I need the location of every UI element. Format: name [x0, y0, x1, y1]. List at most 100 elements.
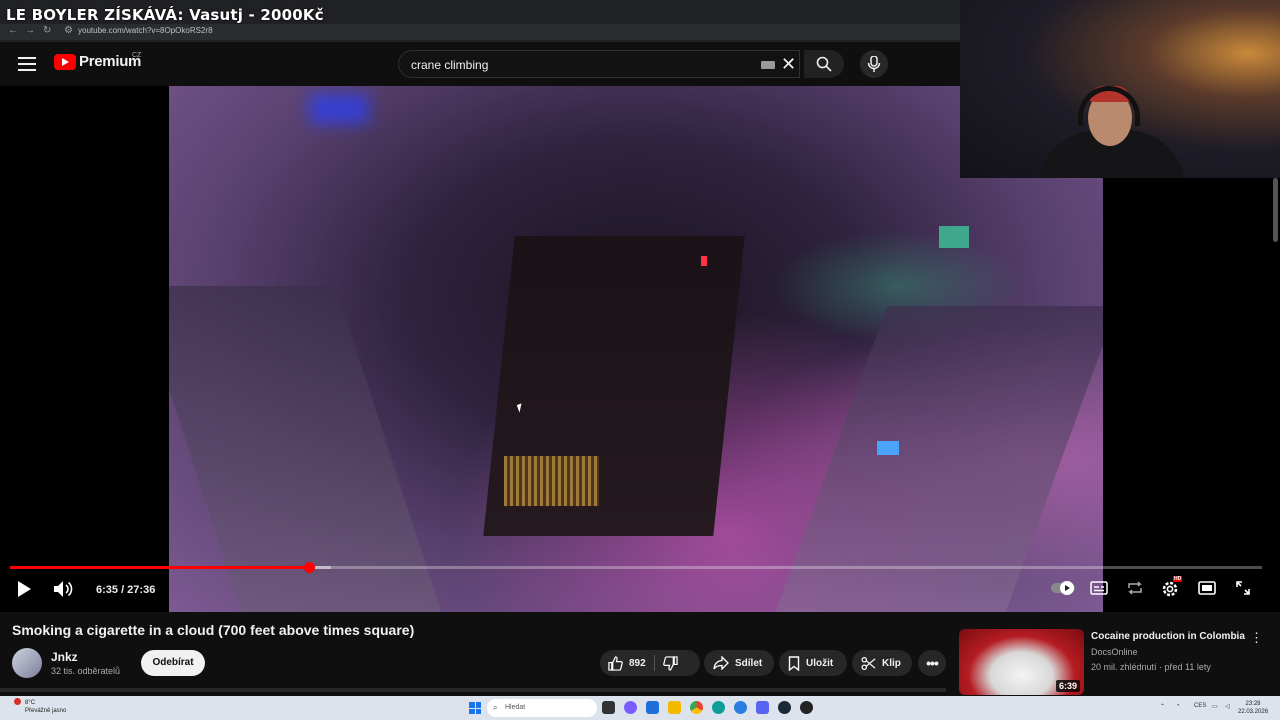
address-bar-row: ← → ↻ ⚙ youtube.com/watch?v=8OpOkoRS2r8 — [0, 24, 960, 40]
microphone-icon — [867, 56, 881, 72]
network-icon[interactable]: ▭ — [1212, 703, 1218, 710]
screen: ← → ↻ ⚙ youtube.com/watch?v=8OpOkoRS2r8 … — [0, 0, 1280, 720]
notification-badge-icon — [14, 698, 21, 705]
video-title: Smoking a cigarette in a cloud (700 feet… — [12, 622, 415, 638]
recommendation-more-icon[interactable]: ⋮ — [1250, 630, 1263, 646]
taskbar-search-placeholder: Hledat — [505, 704, 526, 711]
search-input[interactable]: crane climbing ✕ — [398, 50, 800, 78]
time-display: 6:35 / 27:36 — [96, 584, 156, 596]
store-icon[interactable] — [646, 701, 659, 714]
stream-overlay-title: LE BOYLER ZÍSKÁVÁ: Vasutj - 2000Kč — [6, 6, 324, 24]
task-view-icon[interactable] — [602, 701, 615, 714]
keyboard-icon[interactable] — [761, 61, 775, 69]
settings-button[interactable]: HD — [1161, 576, 1183, 603]
fullscreen-icon — [1236, 581, 1250, 595]
theater-mode-icon — [1198, 581, 1216, 595]
taskbar-search-icon: ⌕ — [493, 703, 498, 712]
autoplay-toggle-icon — [1051, 581, 1075, 595]
search-button[interactable] — [804, 50, 844, 78]
recommendation-duration: 6:39 — [1055, 680, 1080, 692]
clip-button[interactable]: Klip — [852, 650, 912, 676]
loop-button[interactable] — [1126, 580, 1144, 601]
weather-desc: Převážně jasno — [25, 708, 67, 714]
clip-label: Klip — [882, 657, 901, 669]
gear-icon — [1162, 581, 1178, 597]
hamburger-menu-icon[interactable] — [18, 57, 36, 71]
channel-name[interactable]: Jnkz — [51, 650, 78, 664]
video-scene-sign — [701, 256, 707, 266]
more-actions-button[interactable]: ••• — [918, 650, 946, 676]
subscribe-button[interactable]: Odebírat — [141, 650, 205, 676]
like-divider — [653, 655, 655, 671]
windows-start-icon[interactable] — [469, 702, 481, 714]
webcam-overlay — [960, 0, 1280, 178]
description-strip[interactable] — [0, 688, 946, 692]
theater-mode-button[interactable] — [1198, 580, 1216, 601]
tray-chevron-icon[interactable]: ⌃ — [1160, 703, 1165, 710]
video-scene-sign — [877, 441, 899, 455]
speaker-icon[interactable]: ◁ — [1225, 703, 1230, 710]
search-query[interactable]: crane climbing — [411, 58, 488, 72]
thumbs-up-icon[interactable] — [608, 655, 623, 671]
address-bar[interactable]: youtube.com/watch?v=8OpOkoRS2r8 — [78, 26, 213, 35]
windows-taskbar: 8°C Převážně jasno ⌕ Hledat ⌃ ◔ CES ▭ ◁ … — [0, 696, 1280, 720]
share-button[interactable]: Sdílet — [704, 650, 774, 676]
volume-button[interactable] — [53, 580, 73, 603]
search-icon — [816, 56, 832, 72]
edge-icon[interactable] — [712, 701, 725, 714]
thumbs-down-icon[interactable] — [662, 655, 678, 671]
page-scrollbar[interactable] — [1273, 178, 1278, 242]
chrome-icon[interactable] — [690, 701, 703, 714]
progress-bar[interactable] — [10, 562, 1262, 573]
recommendation-thumbnail[interactable]: 6:39 — [959, 629, 1084, 695]
voice-search-button[interactable] — [860, 50, 888, 78]
discord-icon[interactable] — [756, 701, 769, 714]
weather-temp: 8°C — [25, 700, 36, 706]
autoplay-toggle[interactable] — [1050, 580, 1076, 601]
country-code: CZ — [132, 52, 142, 59]
share-icon — [713, 656, 729, 670]
play-button[interactable] — [16, 580, 32, 603]
channel-avatar[interactable] — [12, 648, 42, 678]
volume-icon — [54, 581, 73, 597]
channel-subscriber-count: 32 tis. odběratelů — [51, 666, 121, 676]
taskbar-clock[interactable]: 23:28 22.03.2026 — [1238, 700, 1268, 716]
clock-time: 23:28 — [1245, 701, 1261, 707]
app-icon[interactable] — [734, 701, 747, 714]
clear-search-icon[interactable]: ✕ — [781, 54, 796, 74]
subtitles-icon — [1090, 581, 1108, 595]
file-explorer-icon[interactable] — [668, 701, 681, 714]
clock-date: 22.03.2026 — [1238, 709, 1269, 715]
video-scene-windows — [504, 456, 599, 506]
forward-icon[interactable]: → — [25, 25, 35, 36]
copilot-icon[interactable] — [624, 701, 637, 714]
taskbar-search[interactable]: ⌕ Hledat — [487, 699, 597, 717]
keyboard-language[interactable]: CES — [1194, 703, 1206, 709]
hd-badge: HD — [1173, 576, 1183, 582]
headphones-icon — [1078, 86, 1140, 126]
save-button[interactable]: Uložit — [779, 650, 847, 676]
fullscreen-button[interactable] — [1235, 580, 1251, 601]
back-icon[interactable]: ← — [8, 25, 18, 36]
like-count[interactable]: 892 — [629, 658, 646, 669]
subtitles-button[interactable] — [1090, 580, 1108, 601]
recommendation-title[interactable]: Cocaine production in Colombia — [1091, 631, 1245, 642]
reload-icon[interactable]: ↻ — [43, 25, 51, 36]
progress-scrubber[interactable] — [303, 562, 315, 573]
browser-chrome: ← → ↻ ⚙ youtube.com/watch?v=8OpOkoRS2r8 … — [0, 0, 960, 42]
tray-wifi-icon[interactable]: ◔ — [1176, 703, 1180, 709]
youtube-header: Premium CZ crane climbing ✕ — [0, 42, 960, 86]
site-info-icon[interactable]: ⚙ — [64, 25, 73, 36]
repeat-icon — [1128, 581, 1142, 595]
bookmark-icon — [788, 655, 800, 671]
recommendation-channel[interactable]: DocsOnline — [1091, 647, 1138, 657]
obs-icon[interactable] — [800, 701, 813, 714]
progress-played — [10, 566, 309, 569]
video-scene-sign — [939, 226, 969, 248]
save-label: Uložit — [806, 657, 834, 669]
more-horizontal-icon: ••• — [926, 655, 939, 671]
recommendation-meta: 20 mil. zhlédnutí · před 11 lety — [1091, 662, 1211, 672]
youtube-premium-logo[interactable]: Premium — [54, 53, 141, 70]
steam-icon[interactable] — [778, 701, 791, 714]
weather-widget[interactable]: 8°C Převážně jasno — [25, 699, 66, 715]
